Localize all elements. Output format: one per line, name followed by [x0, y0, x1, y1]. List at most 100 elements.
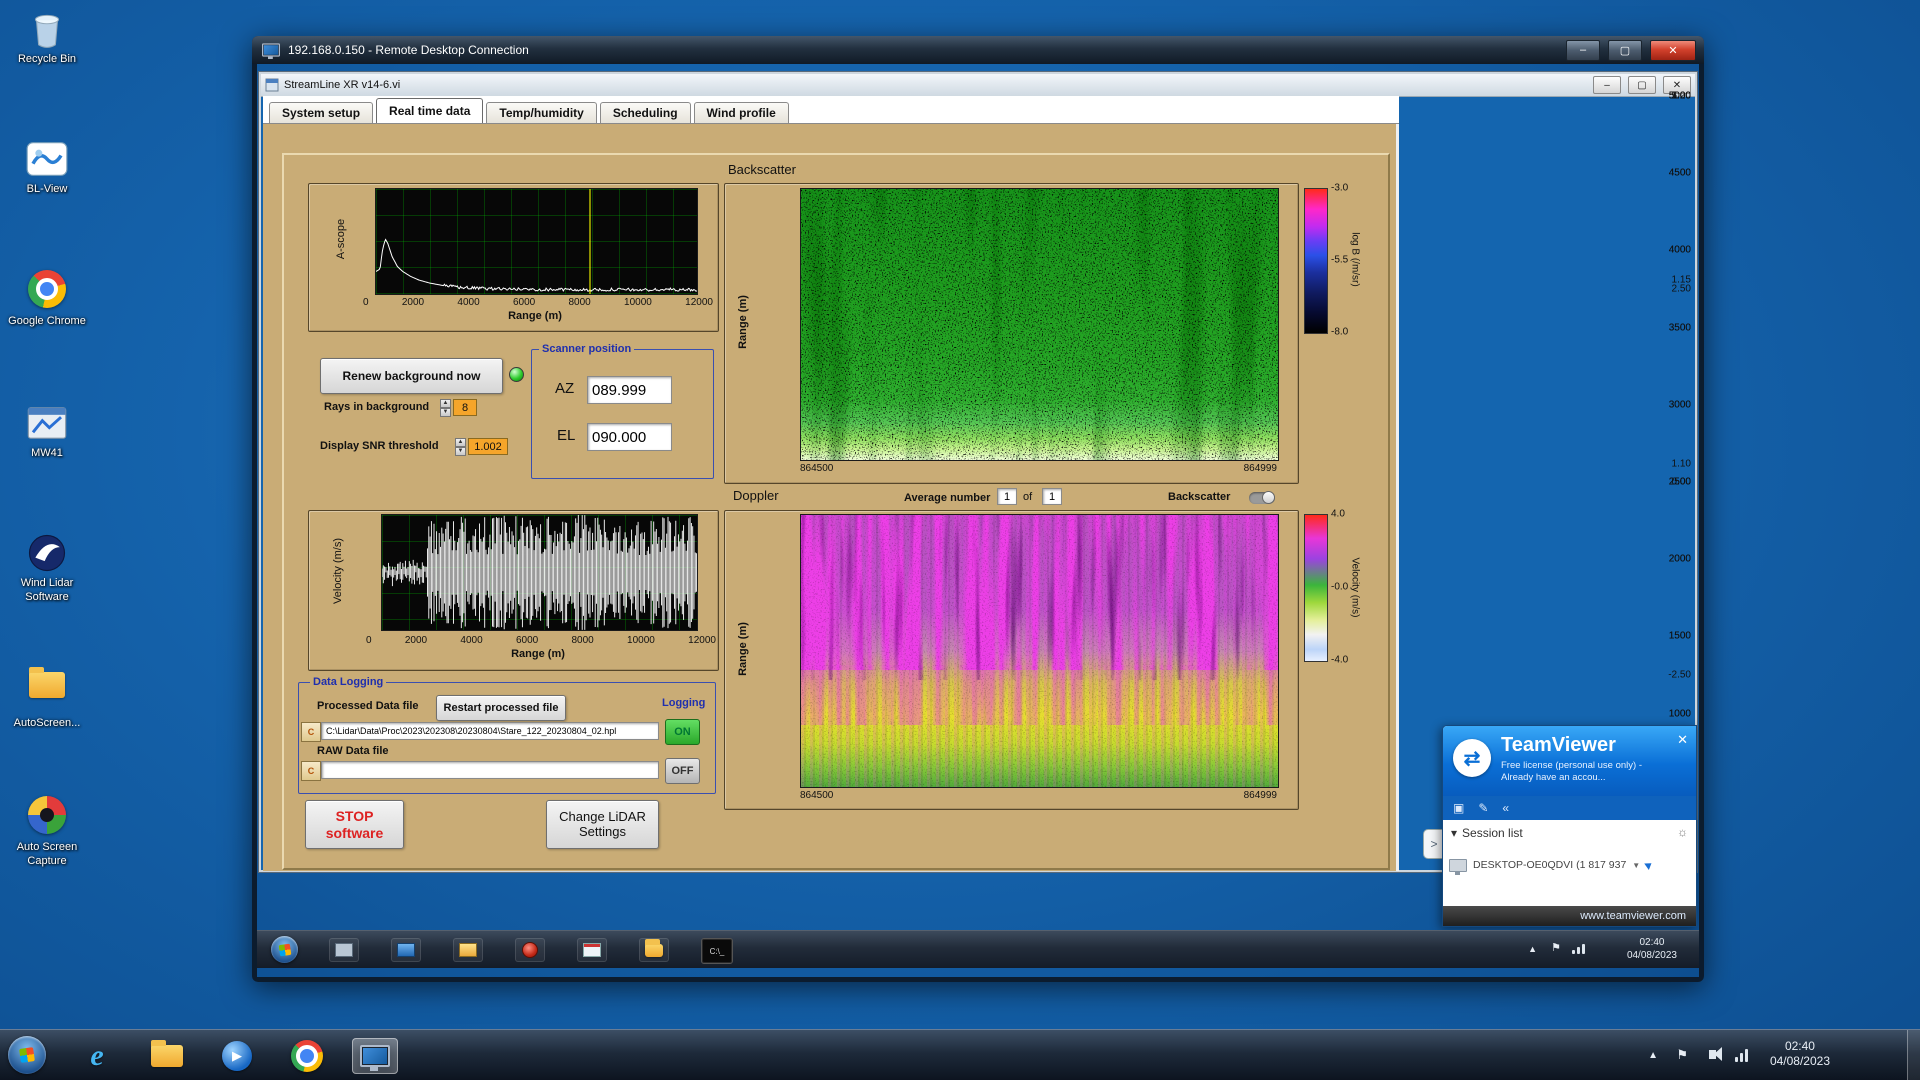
a-scope-y-axis-label: A-scope: [335, 218, 347, 260]
remote-tray-expand-icon[interactable]: ▲: [1528, 944, 1537, 955]
remote-flag-icon[interactable]: ⚑: [1551, 942, 1561, 956]
remote-start-button[interactable]: [271, 936, 298, 963]
snr-spinner[interactable]: ▲ ▼: [455, 438, 466, 456]
desktop-icon-recycle-bin[interactable]: Recycle Bin: [6, 8, 88, 67]
file-explorer-icon[interactable]: [148, 1038, 186, 1074]
doppler-colorbar: [1304, 514, 1328, 662]
tick-label: 2.50: [1671, 283, 1691, 295]
desktop-icon-mw41[interactable]: MW41: [6, 402, 88, 461]
velocity-plot[interactable]: [381, 514, 698, 631]
connect-cursor-icon[interactable]: [1644, 860, 1654, 870]
tab-real-time-data[interactable]: Real time data: [376, 98, 484, 123]
a-scope-plot[interactable]: [375, 188, 698, 295]
stop-software-button[interactable]: STOP software: [305, 800, 404, 849]
snr-threshold-value[interactable]: 1.002: [468, 438, 508, 455]
tab-temp-humidity[interactable]: Temp/humidity: [486, 102, 597, 123]
tab-system-setup[interactable]: System setup: [269, 102, 374, 123]
internet-explorer-icon[interactable]: e: [78, 1038, 116, 1074]
teamviewer-title: TeamViewer: [1501, 734, 1616, 756]
close-icon[interactable]: ✕: [1677, 732, 1688, 748]
remote-taskbar-app-2-icon[interactable]: [391, 938, 421, 962]
raw-logging-off-button[interactable]: OFF: [665, 758, 700, 784]
gear-icon[interactable]: ☼: [1677, 825, 1688, 839]
az-value[interactable]: 089.999: [587, 376, 672, 404]
restart-processed-file-button[interactable]: Restart processed file: [436, 695, 566, 721]
teamviewer-collapse-tab[interactable]: >: [1423, 829, 1444, 859]
remote-taskbar-app-6-icon[interactable]: [639, 938, 669, 962]
remote-taskbar-app-3-icon[interactable]: [453, 938, 483, 962]
minimize-button[interactable]: –: [1593, 76, 1621, 94]
remote-taskbar-app-5-icon[interactable]: [577, 938, 607, 962]
media-player-icon[interactable]: ▶: [218, 1038, 256, 1074]
desktop-icon-bl-view[interactable]: BL-View: [6, 138, 88, 197]
teamviewer-header: ⇄ TeamViewer Free license (personal use …: [1443, 726, 1696, 796]
close-button[interactable]: ✕: [1650, 39, 1696, 61]
computer-name: DESKTOP-OE0QDVI (1 817 937: [1473, 859, 1627, 871]
copy-icon[interactable]: ▣: [1453, 801, 1464, 815]
tab-scheduling[interactable]: Scheduling: [599, 102, 691, 123]
tick-label: 6000: [515, 635, 539, 646]
renew-background-button[interactable]: Renew background now: [320, 358, 503, 394]
tick-label: 8000: [571, 635, 594, 646]
tray-expand-icon[interactable]: ▲: [1648, 1050, 1658, 1063]
tick-label: 4000: [460, 635, 483, 646]
edit-icon[interactable]: ✎: [1478, 801, 1488, 815]
volume-icon[interactable]: [1709, 1050, 1716, 1059]
average-number-value[interactable]: 1: [997, 488, 1017, 505]
average-total-value[interactable]: 1: [1042, 488, 1062, 505]
remote-clock[interactable]: 02:40 04/08/2023: [1627, 937, 1677, 962]
el-label: EL: [557, 427, 576, 444]
backscatter-x-axis: 864500 864999: [800, 463, 1277, 474]
backscatter-title: Backscatter: [728, 162, 796, 177]
tick-label: 12000: [685, 297, 713, 308]
desktop-icon-wind-lidar[interactable]: Wind Lidar Software: [6, 532, 88, 605]
show-desktop-button[interactable]: [1907, 1030, 1920, 1080]
change-lidar-settings-button[interactable]: Change LiDAR Settings: [546, 800, 659, 849]
rays-in-background-value[interactable]: 8: [453, 399, 477, 416]
tab-wind-profile[interactable]: Wind profile: [693, 102, 789, 123]
network-icon[interactable]: [1735, 1049, 1748, 1062]
remote-desktop-taskbar-button[interactable]: [352, 1038, 398, 1074]
dropdown-icon[interactable]: ▼: [1632, 861, 1640, 870]
desktop-icon-label: Wind Lidar Software: [20, 577, 74, 603]
desktop-icon-autoscreen-folder[interactable]: AutoScreen...: [6, 664, 88, 731]
tick-label: 2000: [401, 297, 425, 308]
tick-label: 2000: [404, 635, 428, 646]
snr-threshold-label: Display SNR threshold: [320, 440, 439, 452]
teamviewer-footer: www.teamviewer.com: [1443, 906, 1696, 926]
minimize-button[interactable]: –: [1566, 39, 1600, 61]
tick-label: 3500: [1668, 322, 1691, 334]
streamline-titlebar[interactable]: StreamLine XR v14-6.vi – ▢ ✕: [261, 74, 1695, 97]
rdp-titlebar[interactable]: 192.168.0.150 - Remote Desktop Connectio…: [252, 36, 1704, 64]
action-center-flag-icon[interactable]: ⚑: [1676, 1047, 1688, 1063]
maximize-button[interactable]: ▢: [1628, 76, 1656, 94]
doppler-heatmap[interactable]: [800, 514, 1279, 788]
rays-spinner[interactable]: ▲ ▼: [440, 399, 451, 417]
remote-network-icon[interactable]: [1572, 944, 1585, 954]
el-value[interactable]: 090.000: [587, 423, 672, 451]
session-list-header[interactable]: ▾ Session list: [1451, 826, 1523, 840]
tick-label: 0: [363, 297, 369, 308]
raw-path-field[interactable]: [321, 761, 659, 779]
tick-label: -2.50: [1668, 669, 1691, 681]
desktop-icon-auto-screen-capture[interactable]: Auto Screen Capture: [6, 794, 88, 869]
processed-logging-on-button[interactable]: ON: [665, 719, 700, 745]
remote-taskbar-app-1-icon[interactable]: [329, 938, 359, 962]
session-entry[interactable]: DESKTOP-OE0QDVI (1 817 937 ▼: [1449, 852, 1692, 878]
raw-path-browse-icon[interactable]: C: [301, 761, 321, 781]
processed-path-field[interactable]: C:\Lidar\Data\Proc\2023\202308\20230804\…: [321, 722, 659, 740]
backscatter-heatmap[interactable]: [800, 188, 1279, 461]
a-scope-chart: [376, 189, 697, 294]
remote-taskbar-cmd-icon[interactable]: C:\_: [701, 938, 733, 964]
backscatter-toggle[interactable]: [1249, 491, 1275, 504]
start-button[interactable]: [8, 1036, 46, 1074]
desktop-icon-google-chrome[interactable]: Google Chrome: [6, 268, 88, 329]
clock[interactable]: 02:40 04/08/2023: [1770, 1039, 1830, 1069]
remote-taskbar-app-4-icon[interactable]: [515, 938, 545, 962]
processed-path-browse-icon[interactable]: C: [301, 722, 321, 742]
collapse-icon[interactable]: «: [1502, 801, 1509, 815]
maximize-button[interactable]: ▢: [1608, 39, 1642, 61]
chrome-taskbar-icon[interactable]: [288, 1038, 326, 1074]
teamviewer-website-link[interactable]: www.teamviewer.com: [1580, 910, 1686, 922]
screen-capture-icon: [28, 796, 66, 834]
